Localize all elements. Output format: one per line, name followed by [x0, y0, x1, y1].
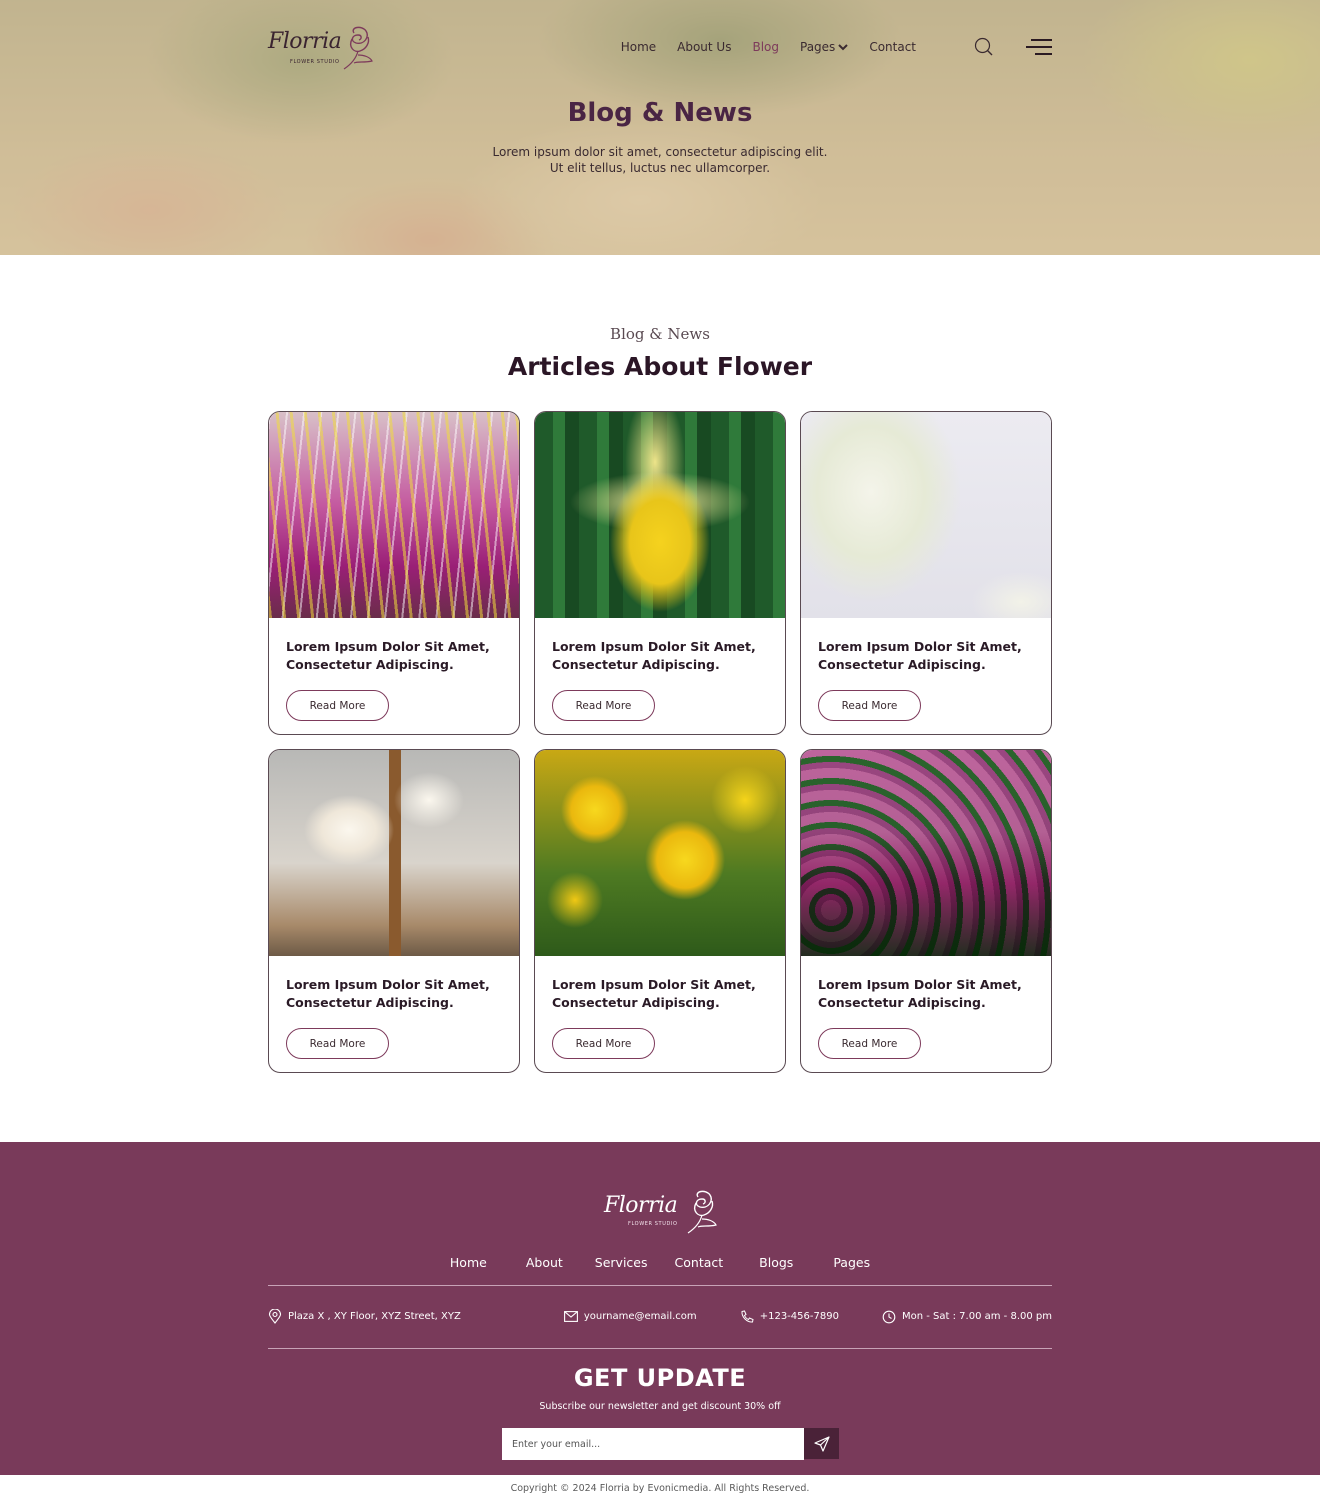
phone-icon: [741, 1309, 754, 1323]
articles-grid: Lorem Ipsum Dolor Sit Amet, Consectetur …: [268, 411, 1052, 1073]
article-title-line-1: Lorem Ipsum Dolor Sit Amet,: [552, 639, 756, 654]
envelope-icon: [563, 1311, 578, 1322]
article-image[interactable]: [801, 412, 1051, 618]
nav-pages[interactable]: Pages: [800, 40, 849, 54]
read-more-button[interactable]: Read More: [552, 690, 655, 721]
article-image[interactable]: [535, 750, 785, 956]
article-image[interactable]: [535, 412, 785, 618]
nav-blog[interactable]: Blog: [752, 40, 779, 54]
article-title-line-1: Lorem Ipsum Dolor Sit Amet,: [818, 639, 1022, 654]
section-title: Articles About Flower: [507, 352, 813, 381]
contact-info: Plaza X , XY Floor, XYZ Street, XYZ your…: [268, 1309, 1052, 1324]
article-title[interactable]: Lorem Ipsum Dolor Sit Amet, Consectetur …: [818, 976, 1038, 1012]
read-more-button[interactable]: Read More: [818, 690, 921, 721]
article-image[interactable]: [801, 750, 1051, 956]
footer-divider: [268, 1348, 1052, 1349]
hours-text: Mon - Sat : 7.00 am - 8.00 pm: [902, 1311, 1052, 1322]
footer-nav-contact[interactable]: Contact: [675, 1255, 724, 1270]
contact-address: Plaza X , XY Floor, XYZ Street, XYZ: [268, 1309, 461, 1324]
main-nav: Florria FLOWER STUDIO Home About Us Blog…: [268, 22, 1052, 72]
nav-menu: Home About Us Blog Pages Contact: [600, 40, 916, 54]
read-more-button[interactable]: Read More: [286, 1028, 389, 1059]
hero-subtitle: Lorem ipsum dolor sit amet, consectetur …: [0, 144, 1320, 176]
article-title-line-2: Consectetur Adipiscing.: [818, 995, 986, 1010]
footer-nav-blogs[interactable]: Blogs: [759, 1255, 793, 1270]
contact-hours: Mon - Sat : 7.00 am - 8.00 pm: [882, 1310, 1052, 1324]
article-title-line-1: Lorem Ipsum Dolor Sit Amet,: [552, 977, 756, 992]
hero-subtitle-line-2: Ut elit tellus, luctus nec ullamcorper.: [549, 161, 771, 175]
article-card: Lorem Ipsum Dolor Sit Amet, Consectetur …: [800, 749, 1052, 1073]
article-title[interactable]: Lorem Ipsum Dolor Sit Amet, Consectetur …: [286, 638, 506, 674]
footer-nav-services[interactable]: Services: [595, 1255, 648, 1270]
section-kicker: Blog & News: [610, 325, 710, 343]
article-title-line-2: Consectetur Adipiscing.: [552, 995, 720, 1010]
hero-title: Blog & News: [567, 98, 753, 128]
rose-logo-icon: [687, 1190, 717, 1234]
location-pin-icon: [268, 1309, 282, 1324]
article-title[interactable]: Lorem Ipsum Dolor Sit Amet, Consectetur …: [552, 638, 772, 674]
nav-about-us[interactable]: About Us: [677, 40, 731, 54]
footer-brand-name: Florria: [604, 1193, 678, 1218]
footer-divider: [268, 1285, 1052, 1286]
article-title-line-1: Lorem Ipsum Dolor Sit Amet,: [286, 977, 490, 992]
article-image[interactable]: [269, 750, 519, 956]
search-icon[interactable]: [974, 37, 994, 57]
clock-icon: [882, 1310, 896, 1323]
contact-email[interactable]: yourname@email.com: [563, 1311, 697, 1322]
article-title-line-2: Consectetur Adipiscing.: [286, 657, 454, 672]
article-card: Lorem Ipsum Dolor Sit Amet, Consectetur …: [534, 749, 786, 1073]
contact-phone[interactable]: +123-456-7890: [740, 1309, 839, 1324]
brand-tagline: FLOWER STUDIO: [290, 59, 340, 65]
footer-nav: Home About Services Contact Blogs Pages: [0, 1255, 1320, 1270]
brand-logo[interactable]: Florria FLOWER STUDIO: [268, 23, 378, 71]
footer-nav-pages[interactable]: Pages: [833, 1255, 870, 1270]
copyright: Copyright © 2024 Florria by Evonicmedia.…: [510, 1483, 810, 1494]
article-card: Lorem Ipsum Dolor Sit Amet, Consectetur …: [268, 411, 520, 735]
hero-banner: Florria FLOWER STUDIO Home About Us Blog…: [0, 0, 1320, 255]
email-text: yourname@email.com: [583, 1311, 697, 1322]
brand-name: Florria: [268, 29, 342, 54]
newsletter-form: [502, 1428, 839, 1460]
article-title[interactable]: Lorem Ipsum Dolor Sit Amet, Consectetur …: [286, 976, 506, 1012]
read-more-button[interactable]: Read More: [818, 1028, 921, 1059]
address-text: Plaza X , XY Floor, XYZ Street, XYZ: [288, 1311, 461, 1322]
hamburger-menu-icon[interactable]: [1026, 38, 1052, 56]
nav-pages-label: Pages: [800, 40, 836, 54]
article-image[interactable]: [269, 412, 519, 618]
phone-text: +123-456-7890: [759, 1311, 839, 1322]
newsletter-title: GET UPDATE: [573, 1364, 747, 1392]
hero-subtitle-line-1: Lorem ipsum dolor sit amet, consectetur …: [492, 145, 828, 159]
footer-nav-about[interactable]: About: [526, 1255, 563, 1270]
nav-icons: [974, 37, 1052, 57]
article-title[interactable]: Lorem Ipsum Dolor Sit Amet, Consectetur …: [552, 976, 772, 1012]
article-title-line-2: Consectetur Adipiscing.: [818, 657, 986, 672]
newsletter-email-input[interactable]: [502, 1428, 804, 1460]
paper-plane-icon: [813, 1435, 830, 1452]
article-title-line-1: Lorem Ipsum Dolor Sit Amet,: [818, 977, 1022, 992]
article-title-line-2: Consectetur Adipiscing.: [286, 995, 454, 1010]
article-title[interactable]: Lorem Ipsum Dolor Sit Amet, Consectetur …: [818, 638, 1038, 674]
article-card: Lorem Ipsum Dolor Sit Amet, Consectetur …: [534, 411, 786, 735]
rose-logo-icon: [343, 26, 373, 70]
nav-home[interactable]: Home: [621, 40, 656, 54]
article-card: Lorem Ipsum Dolor Sit Amet, Consectetur …: [268, 749, 520, 1073]
footer-logo[interactable]: Florria FLOWER STUDIO: [604, 1187, 719, 1237]
read-more-button[interactable]: Read More: [286, 690, 389, 721]
article-card: Lorem Ipsum Dolor Sit Amet, Consectetur …: [800, 411, 1052, 735]
footer: Florria FLOWER STUDIO Home About Service…: [0, 1142, 1320, 1475]
footer-nav-home[interactable]: Home: [450, 1255, 487, 1270]
newsletter-text: Subscribe our newsletter and get discoun…: [539, 1401, 781, 1412]
read-more-button[interactable]: Read More: [552, 1028, 655, 1059]
article-title-line-1: Lorem Ipsum Dolor Sit Amet,: [286, 639, 490, 654]
nav-contact[interactable]: Contact: [869, 40, 916, 54]
chevron-down-icon: [838, 44, 849, 51]
article-title-line-2: Consectetur Adipiscing.: [552, 657, 720, 672]
newsletter-submit-button[interactable]: [804, 1428, 839, 1459]
footer-brand-tagline: FLOWER STUDIO: [628, 1221, 678, 1227]
